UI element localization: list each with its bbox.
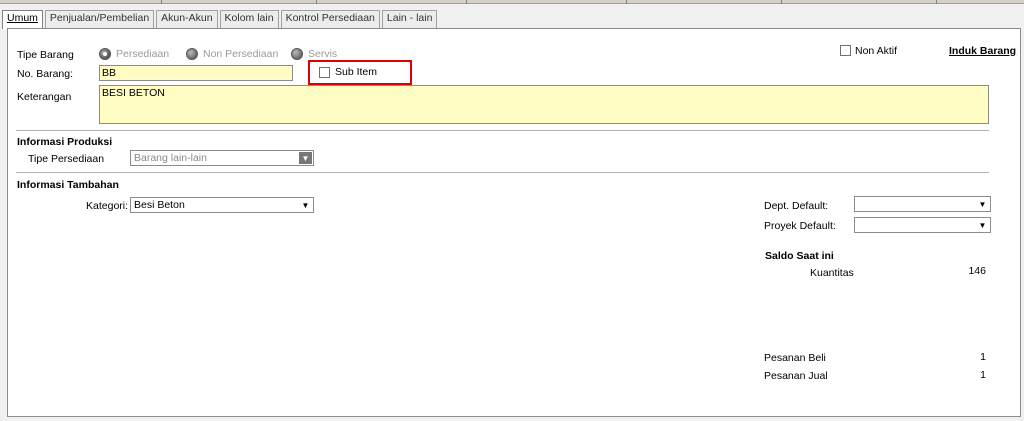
kuantitas-label: Kuantitas — [810, 267, 854, 279]
tab-label: Kontrol Persediaan — [285, 12, 375, 24]
chevron-down-icon: ▼ — [299, 152, 312, 164]
tab-akun-akun[interactable]: Akun-Akun — [156, 10, 218, 28]
proyek-default-label: Proyek Default: — [764, 220, 836, 232]
chevron-down-icon: ▼ — [978, 199, 987, 209]
chevron-down-icon: ▼ — [978, 220, 987, 230]
strip-segment — [150, 0, 162, 4]
proyek-default-select[interactable]: ▼ — [854, 217, 991, 233]
strip-segment — [455, 0, 467, 4]
section-divider — [16, 130, 989, 131]
sub-item-checkbox[interactable] — [319, 67, 330, 78]
no-barang-input[interactable]: BB — [99, 65, 293, 81]
kategori-value: Besi Beton — [134, 199, 185, 211]
tab-kolom-lain[interactable]: Kolom lain — [219, 10, 279, 28]
strip-segment — [615, 0, 627, 4]
section-divider — [16, 172, 989, 173]
informasi-tambahan-heading: Informasi Tambahan — [17, 179, 119, 191]
saldo-heading: Saldo Saat ini — [765, 250, 834, 262]
no-barang-label: No. Barang: — [17, 68, 74, 80]
pesanan-beli-value: 1 — [980, 351, 986, 363]
tab-bar: Umum Penjualan/Pembelian Akun-Akun Kolom… — [2, 10, 439, 29]
radio-persediaan[interactable] — [99, 48, 111, 60]
tab-penjualan-pembelian[interactable]: Penjualan/Pembelian — [44, 10, 155, 28]
keterangan-textarea[interactable]: BESI BETON — [99, 85, 989, 124]
keterangan-label: Keterangan — [17, 91, 72, 103]
strip-segment — [305, 0, 317, 4]
kategori-select[interactable]: Besi Beton ▼ — [130, 197, 314, 213]
window-top-strip — [0, 0, 1024, 4]
radio-servis-label: Servis — [308, 48, 338, 60]
radio-non-persediaan-label: Non Persediaan — [203, 48, 279, 60]
dept-default-label: Dept. Default: — [764, 200, 829, 212]
tipe-persediaan-label: Tipe Persediaan — [28, 153, 105, 165]
tab-label: Umum — [7, 12, 38, 24]
induk-barang-link[interactable]: Induk Barang — [949, 45, 1016, 57]
tab-label: Lain - lain — [386, 12, 433, 24]
chevron-down-icon: ▼ — [301, 200, 310, 210]
tipe-persediaan-select[interactable]: Barang lain-lain ▼ — [130, 150, 314, 166]
kuantitas-value: 146 — [968, 265, 986, 277]
non-aktif-checkbox[interactable] — [840, 45, 851, 56]
tab-label: Akun-Akun — [161, 12, 213, 24]
dept-default-select[interactable]: ▼ — [854, 196, 991, 212]
tipe-barang-label: Tipe Barang — [17, 49, 74, 61]
radio-persediaan-label: Persediaan — [116, 48, 170, 60]
tab-label: Penjualan/Pembelian — [49, 12, 150, 24]
kategori-label: Kategori: — [86, 200, 129, 212]
main-panel: Tipe Barang Persediaan Non Persediaan Se… — [7, 28, 1021, 417]
tab-kontrol-persediaan[interactable]: Kontrol Persediaan — [280, 10, 380, 28]
pesanan-jual-value: 1 — [980, 369, 986, 381]
tab-label: Kolom lain — [224, 12, 274, 24]
pesanan-jual-label: Pesanan Jual — [764, 370, 828, 382]
tipe-persediaan-value: Barang lain-lain — [134, 152, 207, 164]
non-aktif-label: Non Aktif — [855, 45, 898, 57]
strip-segment — [925, 0, 937, 4]
tab-lain-lain[interactable]: Lain - lain — [381, 10, 438, 28]
strip-segment — [770, 0, 782, 4]
informasi-produksi-heading: Informasi Produksi — [17, 136, 113, 148]
sub-item-label: Sub Item — [335, 66, 378, 78]
radio-servis[interactable] — [291, 48, 303, 60]
radio-non-persediaan[interactable] — [186, 48, 198, 60]
pesanan-beli-label: Pesanan Beli — [764, 352, 826, 364]
tab-umum[interactable]: Umum — [2, 10, 43, 29]
